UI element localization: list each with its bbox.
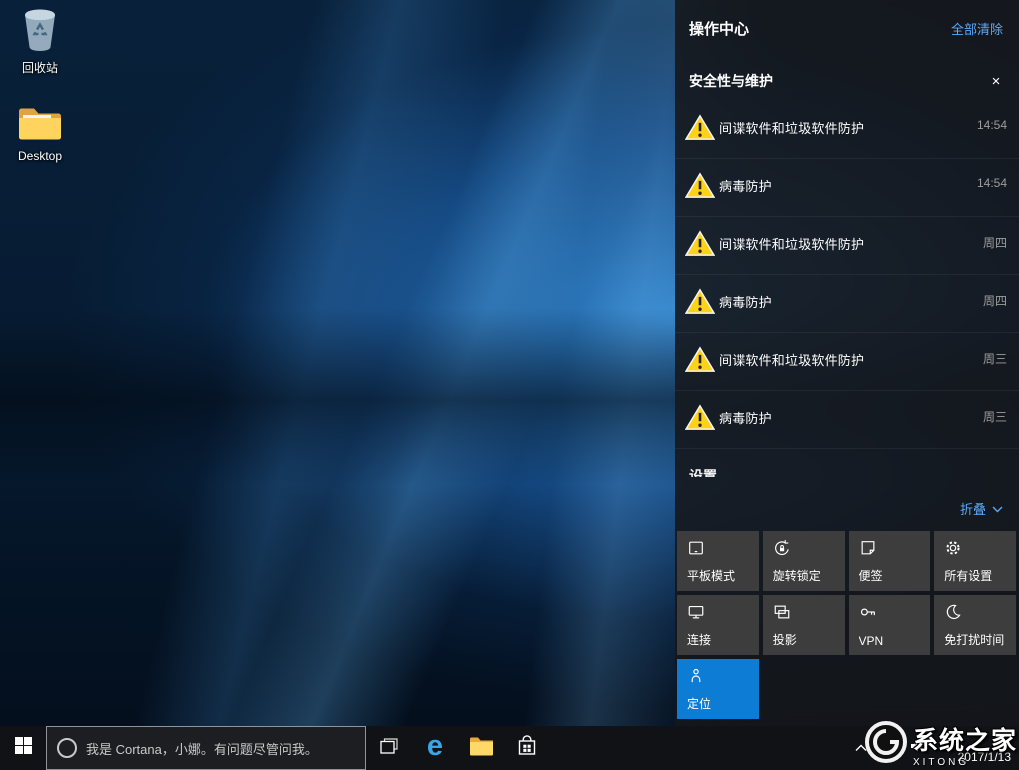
- notification-time: 周三: [983, 403, 1007, 425]
- quick-action-label: 所有设置: [944, 567, 992, 584]
- notification-time: 14:54: [977, 113, 1007, 132]
- folder-icon: [17, 129, 63, 146]
- quick-action-label: 连接: [687, 631, 711, 648]
- notification-title: 间谍软件和垃圾软件防护: [719, 113, 969, 137]
- store-button[interactable]: [504, 726, 550, 770]
- taskbar: 我是 Cortana，小娜。有问题尽管问我。 e: [0, 726, 1019, 770]
- desktop-folder-shortcut[interactable]: Desktop: [2, 104, 78, 163]
- notification-title: 病毒防护: [719, 287, 975, 311]
- chevron-down-icon: [992, 501, 1003, 516]
- recycle-bin-label: 回收站: [2, 59, 78, 76]
- notification-time: 周四: [983, 287, 1007, 309]
- tablet-icon: [687, 539, 705, 557]
- collapse-button[interactable]: 折叠: [675, 489, 1019, 528]
- system-tray: 2017/1/13: [847, 726, 1019, 770]
- quick-action-label: 定位: [687, 695, 711, 712]
- file-explorer-icon: [469, 735, 494, 761]
- volume-icon: [909, 739, 925, 758]
- edge-button[interactable]: e: [412, 726, 458, 770]
- warning-icon: [685, 404, 719, 436]
- clear-all-button[interactable]: 全部清除: [951, 19, 1003, 38]
- notification-item[interactable]: 病毒防护周四: [675, 275, 1019, 333]
- chevron-up-icon: [855, 739, 867, 757]
- quick-action-settings[interactable]: 所有设置: [934, 531, 1016, 591]
- quick-action-rotation-lock[interactable]: 旋转锁定: [763, 531, 845, 591]
- desktop-folder-label: Desktop: [2, 149, 78, 163]
- task-view-icon: [380, 738, 398, 759]
- notification-time: 周四: [983, 229, 1007, 251]
- warning-icon: [685, 288, 719, 320]
- rotation-lock-icon: [773, 539, 791, 557]
- notification-item[interactable]: 间谍软件和垃圾软件防护周三: [675, 333, 1019, 391]
- edge-icon: e: [427, 732, 443, 761]
- notification-title: 间谍软件和垃圾软件防护: [719, 229, 975, 253]
- quick-action-note[interactable]: 便签: [849, 531, 931, 591]
- notification-time: 周三: [983, 345, 1007, 367]
- notification-group-header: 安全性与维护 ×: [675, 63, 1019, 101]
- store-icon: [517, 735, 537, 762]
- notification-item[interactable]: 间谍软件和垃圾软件防护周四: [675, 217, 1019, 275]
- quick-action-quiet-hours[interactable]: 免打扰时间: [934, 595, 1016, 655]
- project-icon: [773, 603, 791, 621]
- note-icon: [859, 539, 877, 557]
- notification-title: 病毒防护: [719, 403, 975, 427]
- quick-action-label: VPN: [859, 634, 884, 648]
- start-button[interactable]: [0, 726, 46, 770]
- notification-title: 病毒防护: [719, 171, 969, 195]
- file-explorer-button[interactable]: [458, 726, 504, 770]
- cortana-search-box[interactable]: 我是 Cortana，小娜。有问题尽管问我。: [46, 726, 366, 770]
- vpn-icon: [859, 603, 877, 621]
- tray-expand-button[interactable]: [847, 726, 875, 770]
- notification-item[interactable]: 病毒防护 14:54: [675, 159, 1019, 217]
- tray-volume-button[interactable]: [903, 726, 931, 770]
- task-view-button[interactable]: [366, 726, 412, 770]
- group-title: 安全性与维护: [689, 71, 773, 91]
- quick-action-connect[interactable]: 连接: [677, 595, 759, 655]
- quick-action-project[interactable]: 投影: [763, 595, 845, 655]
- clock-date: 2017/1/13: [958, 750, 1011, 764]
- quick-action-label: 平板模式: [687, 567, 735, 584]
- tray-display-button[interactable]: [875, 726, 903, 770]
- cortana-icon: [57, 738, 77, 758]
- connect-icon: [687, 603, 705, 621]
- warning-icon: [685, 230, 719, 262]
- notification-item[interactable]: 间谍软件和垃圾软件防护 14:54: [675, 101, 1019, 159]
- settings-icon: [944, 539, 962, 557]
- notification-item[interactable]: 病毒防护周三: [675, 391, 1019, 449]
- warning-icon: [685, 172, 719, 204]
- quick-action-label: 便签: [859, 567, 883, 584]
- quick-actions-grid: 平板模式 旋转锁定 便签 所有设置连接 投影 VPN 免打扰时间定位: [677, 531, 1016, 719]
- notification-list: 间谍软件和垃圾软件防护14:54病毒防护14:54间谍软件和垃圾软件防护周四病毒…: [675, 101, 1019, 449]
- quick-action-location[interactable]: 定位: [677, 659, 759, 719]
- warning-icon: [685, 346, 719, 378]
- recycle-bin-shortcut[interactable]: 回收站: [2, 6, 78, 76]
- notification-title: 间谍软件和垃圾软件防护: [719, 345, 975, 369]
- action-center-panel: 操作中心 全部清除 安全性与维护 × 间谍软件和垃圾软件防护 14:54 病毒防护 1…: [675, 0, 1019, 726]
- quick-action-label: 旋转锁定: [773, 567, 821, 584]
- warning-icon: [685, 114, 719, 146]
- quick-action-label: 免打扰时间: [944, 631, 1004, 648]
- close-group-button[interactable]: ×: [985, 74, 1007, 89]
- notification-time: 14:54: [977, 171, 1007, 190]
- quick-action-vpn[interactable]: VPN: [849, 595, 931, 655]
- collapse-label: 折叠: [960, 499, 986, 518]
- quick-action-label: 投影: [773, 631, 797, 648]
- quiet-hours-icon: [944, 603, 962, 621]
- windows-logo-icon: [15, 737, 32, 759]
- quick-action-tablet[interactable]: 平板模式: [677, 531, 759, 591]
- partial-group-label: 设置: [689, 466, 1019, 477]
- action-center-title: 操作中心: [689, 18, 749, 39]
- location-icon: [687, 667, 705, 685]
- search-placeholder: 我是 Cortana，小娜。有问题尽管问我。: [86, 739, 318, 758]
- action-center-header: 操作中心 全部清除: [675, 0, 1019, 51]
- taskbar-clock[interactable]: 2017/1/13: [931, 726, 1019, 770]
- display-icon: [881, 738, 897, 758]
- recycle-bin-icon: [20, 39, 60, 56]
